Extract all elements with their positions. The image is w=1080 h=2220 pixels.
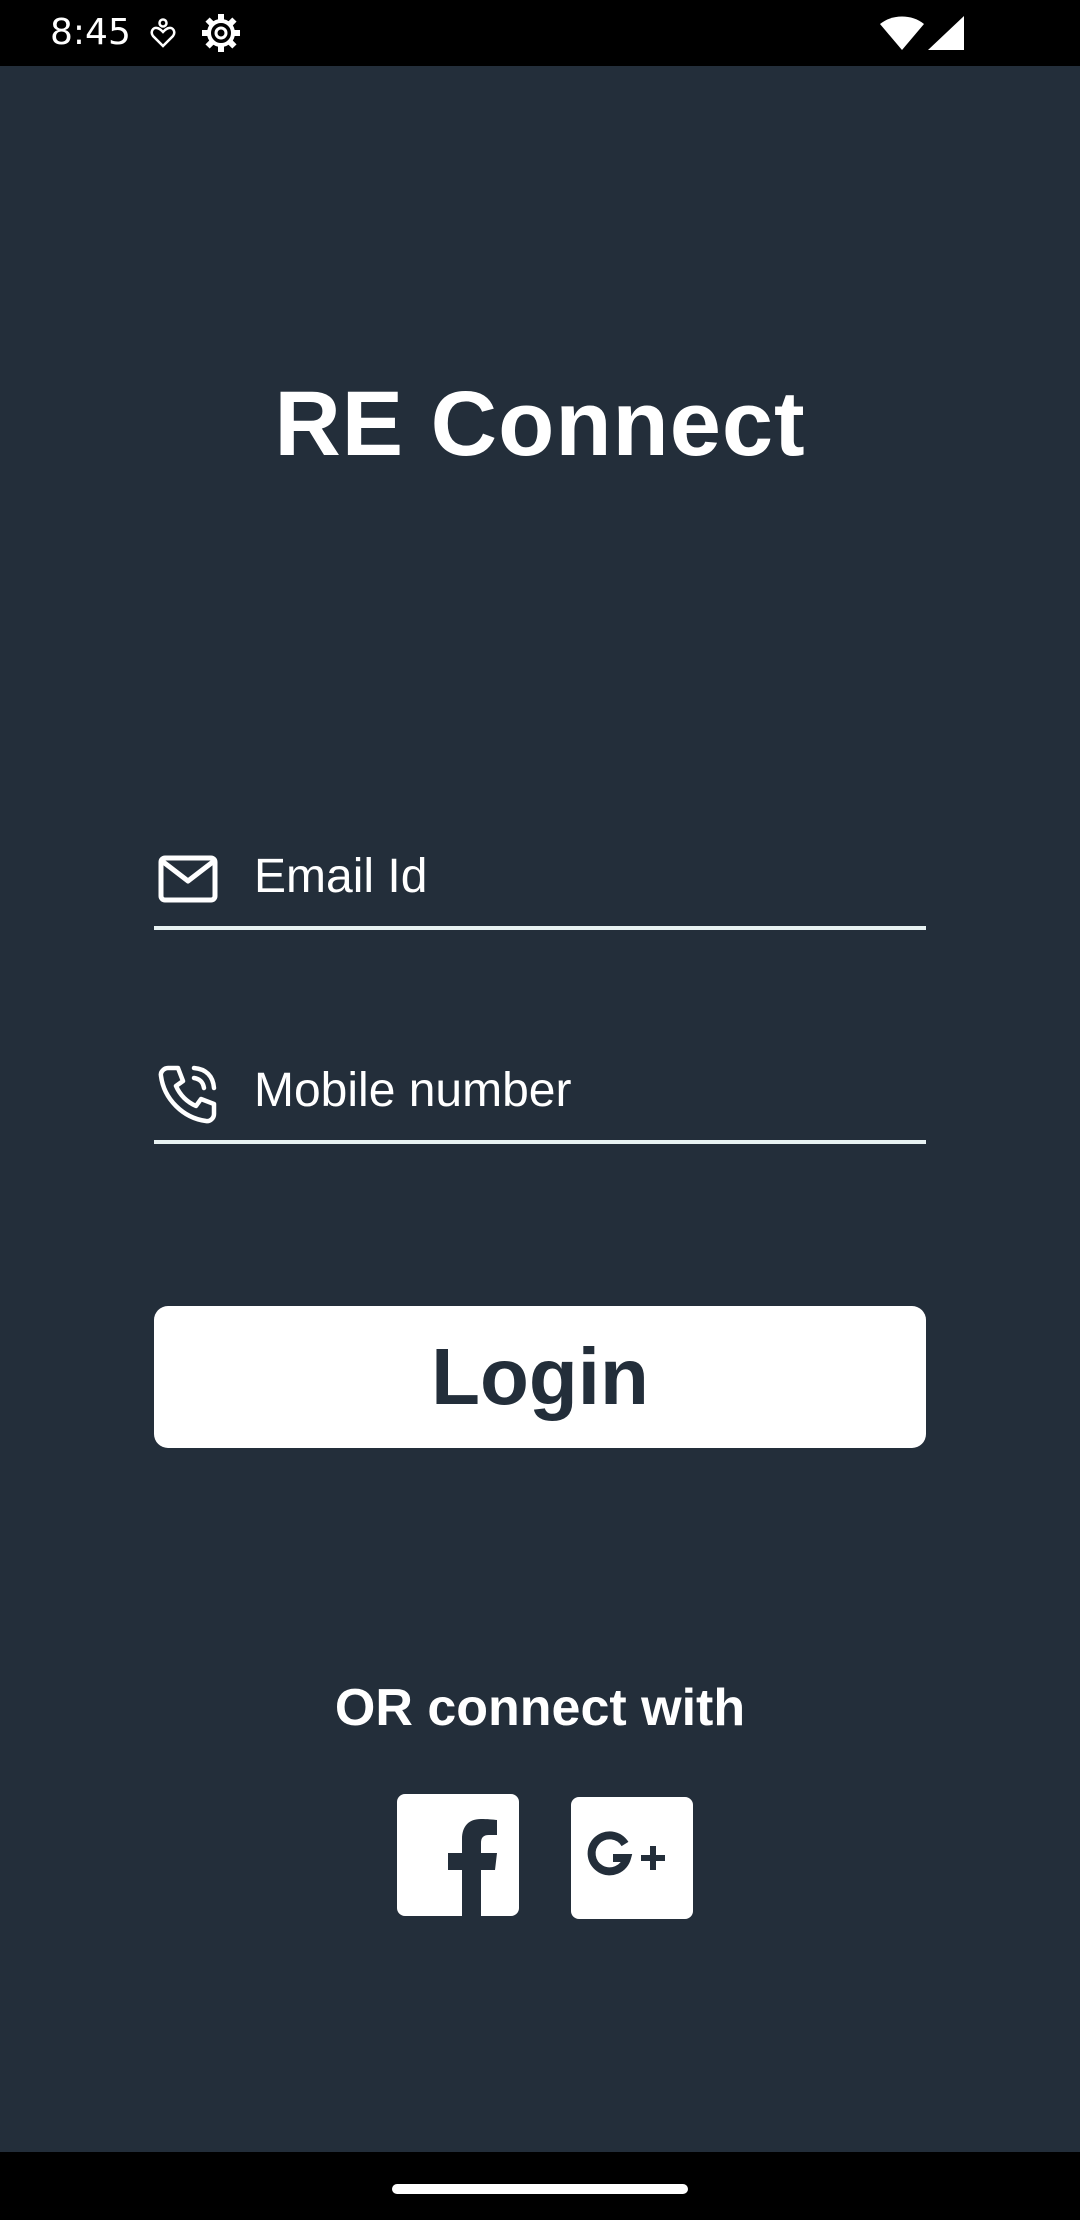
wifi-icon xyxy=(880,16,924,50)
login-button[interactable]: Login xyxy=(154,1306,926,1448)
google-plus-login-button[interactable] xyxy=(571,1797,693,1919)
or-connect-with-label: OR connect with xyxy=(334,1679,746,1737)
notification-heart-icon xyxy=(150,18,176,48)
mail-icon xyxy=(158,855,218,903)
cell-signal-icon xyxy=(928,16,964,50)
status-time: 8:45 xyxy=(50,12,131,53)
phone-icon xyxy=(158,1065,217,1124)
email-input[interactable] xyxy=(254,836,914,916)
email-field[interactable] xyxy=(154,826,926,930)
facebook-icon xyxy=(448,1819,497,1916)
status-bar: 8:45 xyxy=(0,0,1080,66)
mobile-input[interactable] xyxy=(254,1050,914,1130)
settings-gear-icon xyxy=(202,14,240,52)
navigation-bar xyxy=(0,2152,1080,2220)
facebook-login-button[interactable] xyxy=(397,1794,519,1916)
login-screen: RE Connect Login OR connect with xyxy=(0,66,1080,2152)
home-indicator[interactable] xyxy=(392,2184,688,2194)
app-title: RE Connect xyxy=(274,373,806,475)
google-plus-icon xyxy=(587,1831,665,1876)
mobile-field[interactable] xyxy=(154,1040,926,1144)
